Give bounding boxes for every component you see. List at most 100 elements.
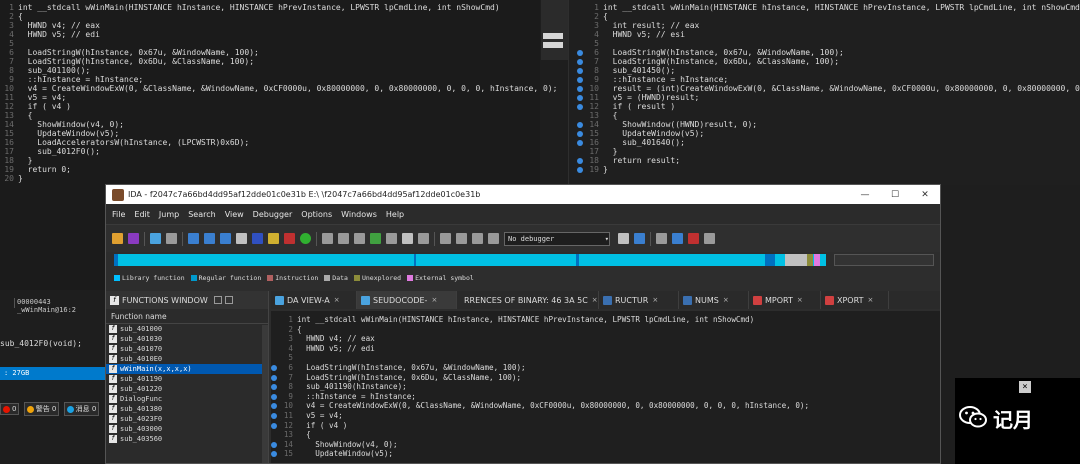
- function-list-item[interactable]: f sub_401220: [106, 384, 268, 394]
- function-list-item[interactable]: f sub_401380: [106, 404, 268, 414]
- extra-icon[interactable]: [704, 233, 715, 244]
- menu-item-file[interactable]: File: [112, 210, 125, 219]
- tab-close-icon[interactable]: ×: [797, 296, 803, 304]
- tab-close-icon[interactable]: ×: [431, 296, 437, 304]
- minimize-button[interactable]: —: [850, 190, 880, 200]
- pin-icon[interactable]: [268, 233, 279, 244]
- function-list-item[interactable]: f sub_403000: [106, 424, 268, 434]
- menu-item-edit[interactable]: Edit: [134, 210, 150, 219]
- breakpoint-dot-icon[interactable]: [577, 130, 583, 137]
- function-list-item[interactable]: f wWinMain(x,x,x,x): [106, 364, 268, 374]
- code-line[interactable]: 1 int __stdcall wWinMain(HINSTANCE hInsta…: [577, 3, 1080, 12]
- code-line[interactable]: 4 HWND v5; // edi: [271, 344, 940, 354]
- breakpoint-dot-icon[interactable]: [271, 451, 277, 458]
- debugger-select[interactable]: No debugger ▾: [504, 231, 610, 246]
- code-line[interactable]: 6 LoadStringW(hInstance, 0x67u, &WindowN…: [0, 48, 540, 57]
- check-icon[interactable]: [370, 233, 381, 244]
- code-line[interactable]: 13 {: [577, 111, 1080, 120]
- code-line[interactable]: 12 if ( v4 ): [271, 421, 940, 431]
- code-line[interactable]: 9 ::hInstance = hInstance;: [577, 75, 1080, 84]
- code-line[interactable]: 13 {: [271, 430, 940, 440]
- tab-3[interactable]: RUCTUR ×: [599, 291, 679, 309]
- graph-icon[interactable]: [284, 233, 295, 244]
- tab-close-icon[interactable]: ×: [592, 296, 598, 304]
- struct-icon[interactable]: [354, 233, 365, 244]
- menu-item-windows[interactable]: Windows: [341, 210, 377, 219]
- breakpoint-dot-icon[interactable]: [271, 384, 277, 391]
- function-list-item[interactable]: f sub_401000: [106, 324, 268, 334]
- code-line[interactable]: 3 HWND v4; // eax: [0, 21, 540, 30]
- breakpoint-dot-icon[interactable]: [577, 85, 583, 92]
- code-line[interactable]: 2{: [271, 325, 940, 335]
- code-line[interactable]: 7 LoadStringW(hInstance, 0x6Du, &ClassNa…: [271, 373, 940, 383]
- breakpoint-dot-icon[interactable]: [577, 49, 583, 56]
- list-icon[interactable]: [656, 233, 667, 244]
- breakpoint-dot-icon[interactable]: [577, 76, 583, 83]
- breakpoint-dot-icon[interactable]: [577, 94, 583, 101]
- tab-4[interactable]: NUMS ×: [679, 291, 749, 309]
- code-line[interactable]: 17 }: [577, 147, 1080, 156]
- breakpoint-dot-icon[interactable]: [271, 422, 277, 429]
- code-line[interactable]: 10 result = (int)CreateWindowExW(0, &Cla…: [577, 84, 1080, 93]
- messages-filter[interactable]: 消息 0: [63, 402, 100, 416]
- breakpoint-dot-icon[interactable]: [577, 67, 583, 74]
- functions-window-header[interactable]: f FUNCTIONS WINDOW: [106, 291, 268, 309]
- code-icon[interactable]: [322, 233, 333, 244]
- code-line[interactable]: 6 LoadStringW(hInstance, 0x67u, &WindowN…: [577, 48, 1080, 57]
- forward-arrow-icon[interactable]: [166, 233, 177, 244]
- code-line[interactable]: 2{: [577, 12, 1080, 21]
- menu-item-view[interactable]: View: [225, 210, 244, 219]
- code-line[interactable]: 3 HWND v4; // eax: [271, 334, 940, 344]
- binary-icon[interactable]: [188, 233, 199, 244]
- maximize-button[interactable]: ☐: [880, 190, 910, 200]
- code-line[interactable]: 9 ::hInstance = hInstance;: [0, 75, 540, 84]
- code-line[interactable]: 16 sub_401640();: [577, 138, 1080, 147]
- breakpoint-dot-icon[interactable]: [577, 103, 583, 110]
- code-line[interactable]: 11 v5 = v4;: [271, 411, 940, 421]
- edit-icon[interactable]: [402, 233, 413, 244]
- pseudocode-lines[interactable]: 1 int __stdcall wWinMain(HINSTANCE hInsta…: [271, 315, 940, 459]
- breakpoint-dot-icon[interactable]: [271, 374, 277, 381]
- code-line[interactable]: 6 LoadStringW(hInstance, 0x67u, &WindowN…: [271, 363, 940, 373]
- tab-close-icon[interactable]: ×: [723, 296, 729, 304]
- tab-close-icon[interactable]: ×: [652, 296, 658, 304]
- code-line[interactable]: 12 if ( result ): [577, 102, 1080, 111]
- tab-close-icon[interactable]: ×: [867, 296, 873, 304]
- code-line[interactable]: 18 return result;: [577, 156, 1080, 165]
- open-file-icon[interactable]: [112, 233, 123, 244]
- code-line[interactable]: 14 ShowWindow(v4, 0);: [0, 120, 540, 129]
- code-line[interactable]: 4 HWND v5; // esi: [577, 30, 1080, 39]
- code-line[interactable]: 10 v4 = CreateWindowExW(0, &ClassName, &…: [0, 84, 557, 93]
- cancel-icon[interactable]: [418, 233, 429, 244]
- left-code-lines[interactable]: 1 int __stdcall wWinMain(HINSTANCE hInsta…: [0, 3, 557, 183]
- function-list-item[interactable]: f sub_401190: [106, 374, 268, 384]
- pseudocode-view[interactable]: 1 int __stdcall wWinMain(HINSTANCE hInsta…: [271, 311, 940, 463]
- breakpoint-dot-icon[interactable]: [271, 403, 277, 410]
- tab-1[interactable]: SEUDOCODE- ×: [357, 291, 457, 309]
- float-button[interactable]: [213, 296, 222, 304]
- function-list-item[interactable]: f sub_4010E0: [106, 354, 268, 364]
- code-line[interactable]: 2{: [0, 12, 540, 21]
- code-line[interactable]: 9 ::hInstance = hInstance;: [271, 392, 940, 402]
- code-line[interactable]: 7 LoadStringW(hInstance, 0x6Du, &ClassNa…: [577, 57, 1080, 66]
- code-line[interactable]: 8 sub_401100();: [0, 66, 540, 75]
- script-icon[interactable]: [386, 233, 397, 244]
- code-line[interactable]: 4 HWND v5; // edi: [0, 30, 540, 39]
- code-line[interactable]: 5: [0, 39, 540, 48]
- back-arrow-icon[interactable]: [150, 233, 161, 244]
- right-code-lines[interactable]: 1 int __stdcall wWinMain(HINSTANCE hInsta…: [577, 3, 1080, 174]
- code-line[interactable]: 12 if ( v4 ): [0, 102, 540, 111]
- function-list-item[interactable]: f DialogFunc: [106, 394, 268, 404]
- code-line[interactable]: 1 int __stdcall wWinMain(HINSTANCE hInsta…: [0, 3, 540, 12]
- warnings-filter[interactable]: 警告 0: [23, 402, 60, 416]
- code-line[interactable]: 13 {: [0, 111, 540, 120]
- code-line[interactable]: 5: [577, 39, 1080, 48]
- close-icon[interactable]: ×: [1019, 381, 1031, 393]
- code-line[interactable]: 10 v4 = CreateWindowExW(0, &ClassName, &…: [271, 401, 940, 411]
- code-line[interactable]: 11 v5 = v4;: [0, 93, 540, 102]
- code-line[interactable]: 15 UpdateWindow(v5);: [0, 129, 540, 138]
- code-line[interactable]: 1 int __stdcall wWinMain(HINSTANCE hInsta…: [271, 315, 940, 325]
- right-code-editor[interactable]: 1 int __stdcall wWinMain(HINSTANCE hInsta…: [568, 0, 1080, 185]
- function-list-item[interactable]: f sub_403560: [106, 434, 268, 444]
- breakpoint-dot-icon[interactable]: [271, 364, 277, 371]
